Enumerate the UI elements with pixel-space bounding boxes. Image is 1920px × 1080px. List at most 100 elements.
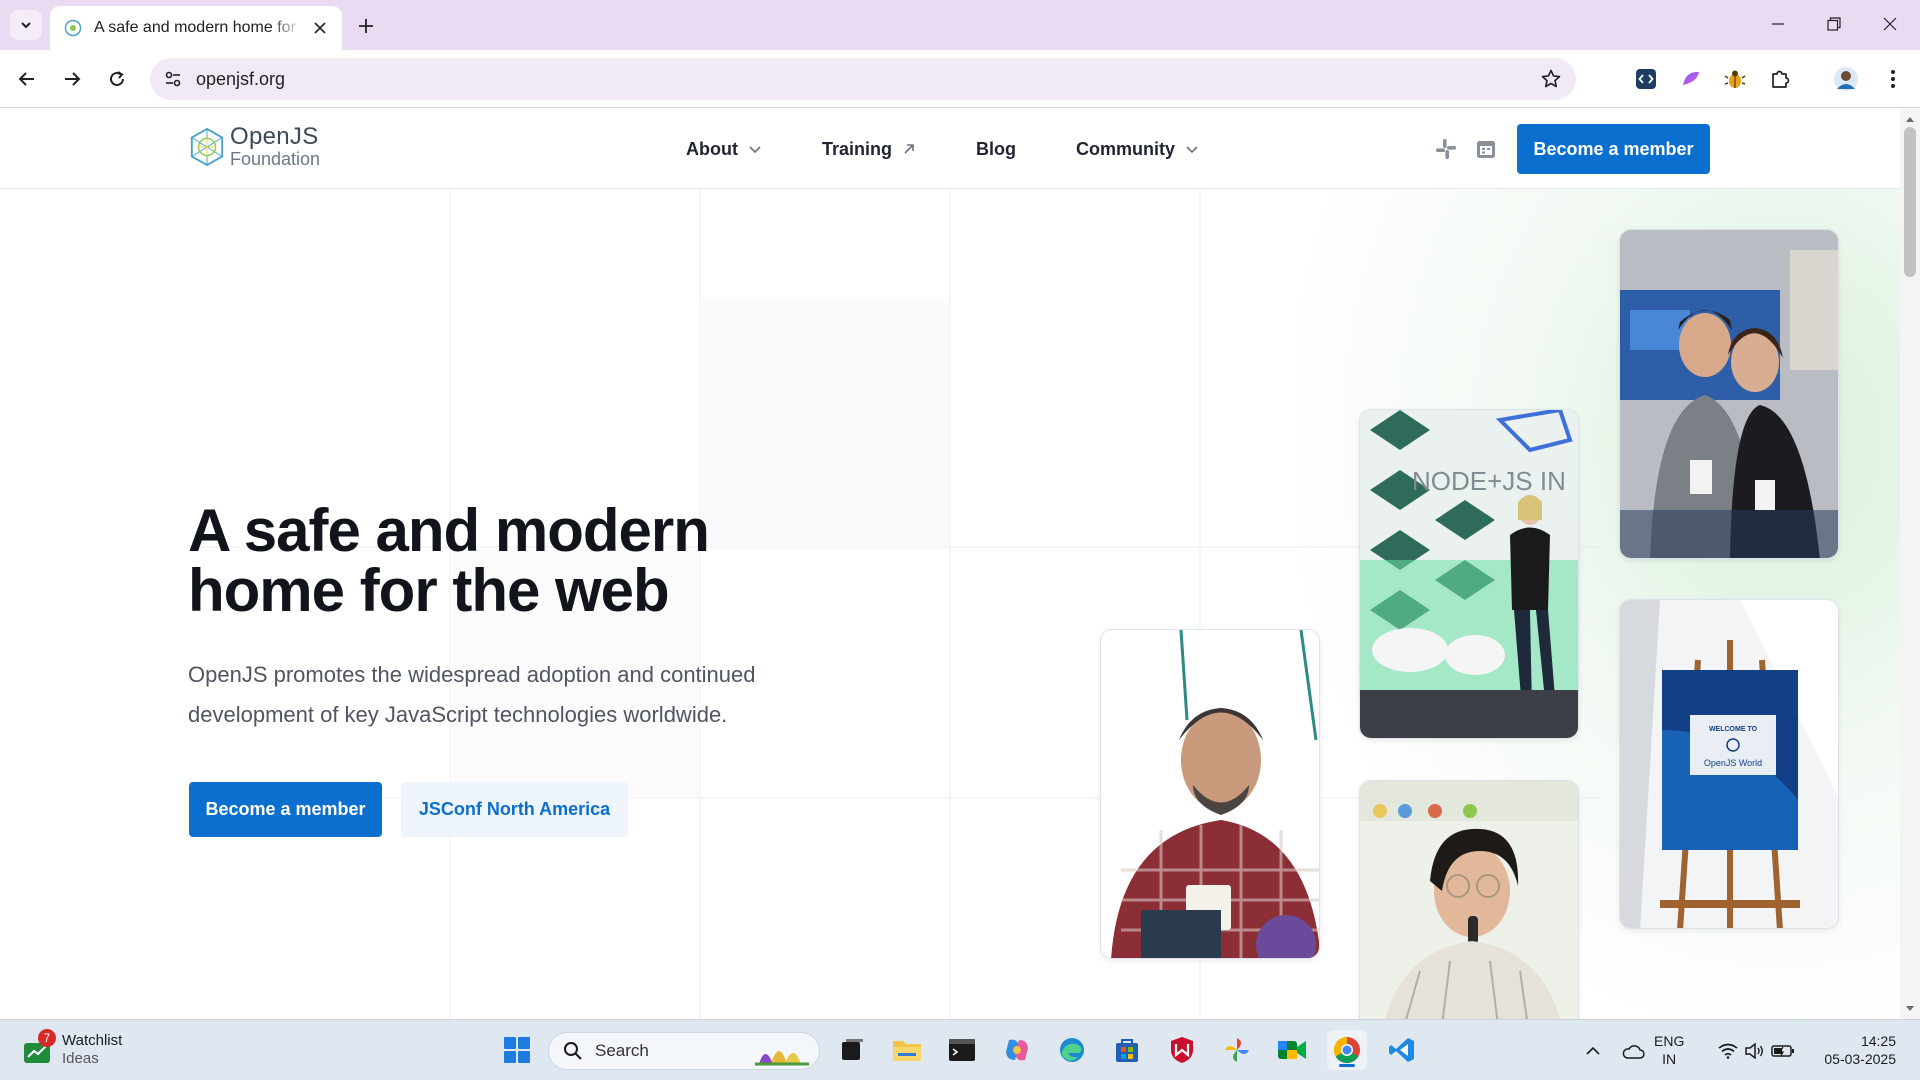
chrome-icon	[1333, 1036, 1360, 1064]
slack-icon	[1436, 139, 1456, 159]
hero-become-member-button[interactable]: Become a member	[189, 782, 382, 837]
meet-button[interactable]	[1272, 1030, 1312, 1070]
chevron-down-icon	[749, 146, 761, 154]
arrow-right-icon	[65, 72, 81, 86]
clock-date: 05-03-2025	[1824, 1051, 1896, 1067]
wifi-icon	[1718, 1043, 1738, 1059]
wifi-button[interactable]	[1714, 1034, 1742, 1068]
tab-close-icon[interactable]	[310, 18, 330, 38]
arrow-left-icon	[18, 72, 34, 86]
bookmark-star-button[interactable]	[1538, 66, 1564, 92]
nav-community-label: Community	[1076, 138, 1175, 159]
nav-about[interactable]: About	[686, 139, 762, 160]
scroll-up-arrow-icon[interactable]	[1904, 113, 1916, 125]
chevron-down-icon	[21, 22, 31, 29]
windows-taskbar: 7 Watchlist Ideas Search ENG IN 14:25 05…	[0, 1019, 1920, 1080]
nav-community[interactable]: Community	[1076, 139, 1199, 160]
hero-jsconf-button[interactable]: JSConf North America	[401, 782, 628, 837]
web-page: OpenJS Foundation About Training Blog Co…	[0, 109, 1900, 1019]
hero-title: A safe and modern home for the web	[188, 501, 710, 624]
forward-button[interactable]	[55, 62, 89, 96]
store-button[interactable]	[1107, 1030, 1147, 1070]
stock-chart-icon: 7	[22, 1029, 56, 1065]
nav-training-label: Training	[821, 138, 892, 159]
close-window-button[interactable]	[1862, 0, 1918, 48]
browser-tab-active[interactable]: A safe and modern home for JavaScript	[50, 6, 342, 50]
browser-tabstrip: A safe and modern home for JavaScript	[0, 0, 1920, 50]
profile-avatar-button[interactable]	[1829, 62, 1863, 96]
store-icon	[1116, 1039, 1138, 1062]
system-clock[interactable]: 14:25 05-03-2025	[1810, 1032, 1896, 1068]
photo-openjs-world-poster: WELCOME TO OpenJS World	[1619, 599, 1839, 929]
logo-line2: Foundation	[230, 149, 321, 169]
minimize-icon	[1772, 23, 1784, 25]
battery-button[interactable]	[1768, 1034, 1798, 1068]
extension-devtools-button[interactable]	[1629, 62, 1663, 96]
browser-menu-button[interactable]	[1876, 62, 1910, 96]
watchlist-subtitle: Ideas	[62, 1050, 99, 1067]
openjs-logo[interactable]: OpenJS Foundation	[188, 125, 320, 168]
back-button[interactable]	[10, 62, 44, 96]
minimize-button[interactable]	[1750, 0, 1806, 48]
edge-button[interactable]	[1052, 1030, 1092, 1070]
scroll-thumb[interactable]	[1904, 127, 1916, 277]
nav-blog-label: Blog	[976, 138, 1016, 159]
active-app-indicator	[1339, 1064, 1355, 1067]
edge-icon	[1060, 1038, 1084, 1062]
onedrive-button[interactable]	[1618, 1034, 1648, 1068]
extension-bug-button[interactable]	[1718, 62, 1752, 96]
more-vertical-icon	[1891, 70, 1895, 88]
hero-subtitle: OpenJS promotes the widespread adoption …	[188, 662, 756, 727]
star-icon	[1541, 69, 1561, 88]
openjs-favicon-icon	[64, 19, 82, 37]
language-indicator[interactable]: ENG IN	[1654, 1032, 1684, 1068]
chevron-up-icon	[1586, 1046, 1600, 1055]
header-become-member-button[interactable]: Become a member	[1517, 124, 1710, 174]
address-bar[interactable]: openjsf.org	[150, 58, 1576, 100]
chevron-down-icon	[1186, 146, 1198, 154]
page-scrollbar[interactable]	[1900, 109, 1920, 1019]
volume-button[interactable]	[1742, 1034, 1768, 1068]
taskbar-search-box[interactable]: Search	[548, 1032, 820, 1070]
copilot-button[interactable]	[997, 1030, 1037, 1070]
start-button[interactable]	[497, 1030, 537, 1070]
tray-overflow-button[interactable]	[1580, 1034, 1606, 1068]
cloud-icon	[1622, 1045, 1645, 1059]
watchlist-title: Watchlist	[62, 1032, 123, 1049]
reload-button[interactable]	[100, 62, 134, 96]
plus-icon	[359, 19, 373, 33]
terminal-icon	[949, 1039, 975, 1061]
url-text[interactable]: openjsf.org	[196, 69, 285, 90]
file-explorer-button[interactable]	[887, 1030, 927, 1070]
site-info-button[interactable]	[156, 62, 190, 96]
extensions-menu-button[interactable]	[1763, 62, 1797, 96]
nav-training[interactable]: Training	[822, 139, 916, 160]
nav-blog[interactable]: Blog	[976, 139, 1016, 160]
mcafee-button[interactable]	[1162, 1030, 1202, 1070]
logo-line1: OpenJS	[230, 123, 319, 150]
photos-button[interactable]	[1217, 1030, 1257, 1070]
task-view-button[interactable]	[832, 1030, 872, 1070]
nav-about-label: About	[686, 138, 738, 159]
new-tab-button[interactable]	[352, 12, 380, 40]
restore-button[interactable]	[1806, 0, 1862, 48]
chrome-button[interactable]	[1327, 1030, 1367, 1070]
watchlist-widget[interactable]: 7 Watchlist Ideas	[22, 1029, 123, 1068]
hero-title-line2: home for the web	[188, 557, 670, 624]
poster-welcome-text: WELCOME TO	[1709, 726, 1758, 733]
region-code: IN	[1662, 1051, 1677, 1067]
vscode-icon	[1389, 1038, 1414, 1062]
extension-gradient-button[interactable]	[1674, 62, 1708, 96]
search-highlight-icon	[755, 1051, 809, 1066]
external-link-icon	[904, 144, 914, 154]
tab-search-button[interactable]	[10, 10, 42, 40]
hero-title-line1: A safe and modern	[188, 497, 710, 564]
calendar-link[interactable]	[1474, 137, 1498, 161]
code-extension-icon	[1636, 69, 1656, 89]
openjs-logo-mark-icon	[190, 127, 224, 166]
scroll-down-arrow-icon[interactable]	[1904, 1003, 1916, 1015]
vscode-button[interactable]	[1382, 1030, 1422, 1070]
slack-link[interactable]	[1434, 137, 1458, 161]
search-icon	[564, 1042, 582, 1060]
terminal-button[interactable]	[942, 1030, 982, 1070]
